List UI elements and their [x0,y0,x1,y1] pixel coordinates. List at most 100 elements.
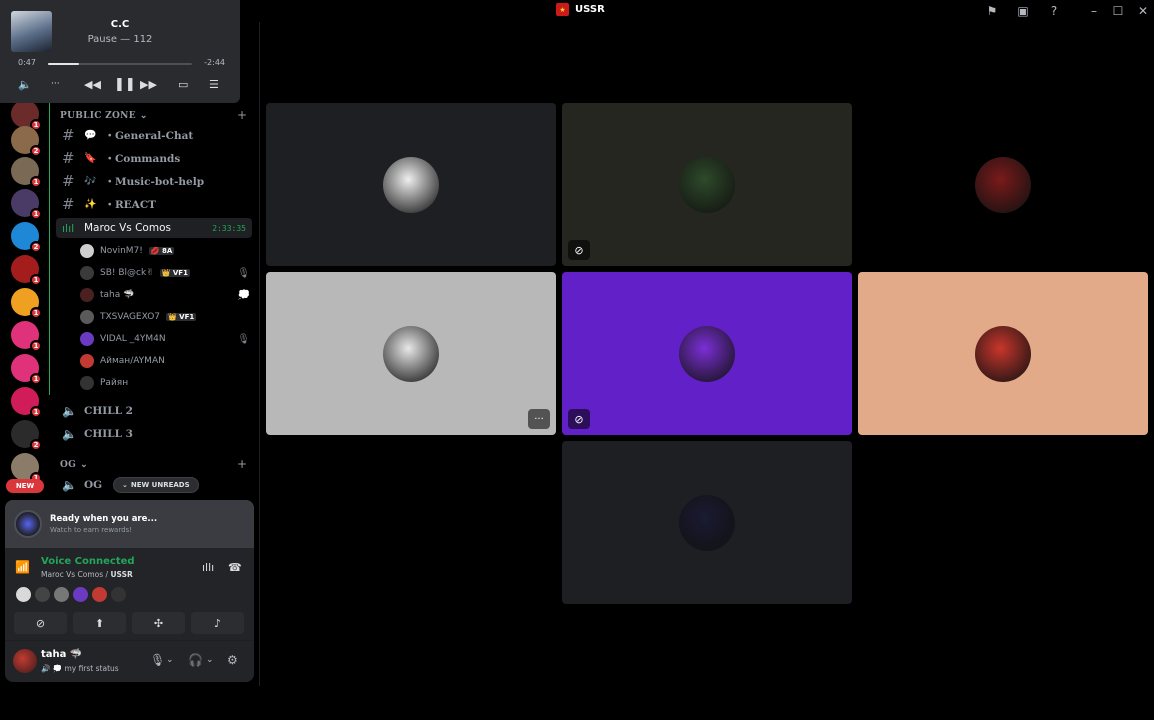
status-icon: 🎙 [237,333,250,345]
add-channel-icon[interactable]: + [237,457,247,471]
orb-icon [14,510,42,538]
participant-tile[interactable] [858,272,1148,435]
voice-user[interactable]: Айман/AYMAN [80,352,250,370]
voice-server-name: USSR [110,570,133,579]
participant-tile[interactable] [858,103,1148,266]
voice-channel-og[interactable]: 🔈 OG [56,475,106,495]
pause-icon[interactable]: ❚❚ [114,76,136,92]
microphone-icon[interactable]: 🎙 [150,653,165,667]
gear-icon[interactable]: ⚙ [227,653,238,667]
voice-user[interactable]: SB! Bl@ck✌ 👑 VF1 🎙 [80,264,250,282]
server-icon[interactable]: 2 [11,222,42,253]
channel-label: ・REACT [104,198,156,211]
previous-icon[interactable]: ◀◀ [84,76,101,92]
rewards-promo[interactable]: Ready when you are... Watch to earn rewa… [5,500,254,548]
voice-channel-chill-3[interactable]: 🔈 CHILL 3 [56,424,252,444]
activities-button[interactable]: ✣ [132,612,185,634]
category-label: OG [60,460,77,470]
channel-emoji: 💬 [84,129,97,141]
server-icon[interactable]: 1 [11,387,42,418]
chevron-down-icon[interactable]: ⌄ [206,655,214,665]
inbox-icon[interactable]: ▣ [1015,3,1031,19]
hash-icon: # [62,149,75,167]
maximize-icon[interactable]: ☐ [1110,3,1126,19]
avatar [80,266,94,280]
voice-connected-label[interactable]: Voice Connected [41,556,135,567]
user-name: taha 🦈 [41,649,83,660]
voice-user[interactable]: TXSVAGEXO7 👑 VF1 [80,308,250,326]
server-icon[interactable]: 1 [11,288,42,319]
category-label: PUBLIC ZONE [60,111,136,121]
queue-icon[interactable]: ☰ [209,76,219,92]
text-channel[interactable]: # 🔖 ・Commands [56,148,252,168]
promo-title: Ready when you are... [50,514,158,524]
avatar[interactable] [35,587,50,602]
divider [5,640,254,641]
participant-tile[interactable]: ⊘ [562,272,852,435]
minimize-icon[interactable]: – [1086,3,1102,19]
noise-suppression-icon[interactable]: ıllı [202,561,214,574]
user-tag: 👑 VF1 [166,313,197,321]
chevron-down-icon[interactable]: ⌄ [166,655,174,665]
participant-tile[interactable] [562,441,852,604]
category-public-zone[interactable]: PUBLIC ZONE ⌄ [60,111,148,121]
voice-channel-label: CHILL 3 [84,428,133,440]
server-flag-icon: ★ [556,3,569,16]
avatar[interactable] [111,587,126,602]
text-channel[interactable]: # 🎶 ・Music-bot-help [56,171,252,191]
voice-user[interactable]: NovinM7! 💋 8A [80,242,250,260]
server-icon[interactable]: 1 [11,321,42,352]
server-icon[interactable]: 1 [11,100,42,131]
track-subtitle: Pause — 112 [87,34,153,45]
close-icon[interactable]: ✕ [1135,3,1151,19]
camera-off-button[interactable]: ⊘ [14,612,67,634]
server-icon[interactable]: 1 [11,157,42,188]
avatar[interactable] [13,649,37,673]
window-title: ★ USSR [556,3,605,16]
new-unreads-button[interactable]: ⌄ NEW UNREADS [113,477,199,493]
participant-tile[interactable] [266,103,556,266]
add-channel-icon[interactable]: + [237,108,247,122]
avatar[interactable] [73,587,88,602]
progress-bar[interactable] [48,63,192,65]
voice-user[interactable]: VIDAL _4YM4N 🎙 [80,330,250,348]
voice-user[interactable]: taha 🦈 💭 [80,286,250,304]
voice-channel-label: CHILL 2 [84,405,133,417]
new-pill[interactable]: NEW [6,479,44,493]
screen-share-button[interactable]: ⬆ [73,612,126,634]
speaker-icon: 🔈 [62,404,77,418]
voice-user-name: SB! Bl@ck✌ [100,268,154,278]
voice-connected-channel[interactable]: Maroc Vs Comos / USSR [41,570,133,579]
server-icon[interactable]: 2 [11,420,42,451]
avatar[interactable] [54,587,69,602]
voice-channel-maroc-vs-comos[interactable]: ılıl Maroc Vs Comos 2:33:35 [56,218,252,238]
category-og[interactable]: OG ⌄ [60,460,88,470]
more-icon[interactable]: ··· [51,76,60,92]
time-current: 0:47 [18,58,36,67]
inbox-flag-icon[interactable]: ⚑ [984,3,1000,19]
voice-user[interactable]: Райян [80,374,250,392]
avatar[interactable] [92,587,107,602]
text-channel[interactable]: # 💬 ・General-Chat [56,125,252,145]
voice-channel-chill-2[interactable]: 🔈 CHILL 2 [56,401,252,421]
server-icon[interactable]: 1 [11,354,42,385]
server-icon[interactable]: 1 [11,189,42,220]
text-channel[interactable]: # ✨ ・REACT [56,194,252,214]
user-status-text: 💭 my first status [52,664,119,673]
avatar [80,288,94,302]
avatar[interactable] [16,587,31,602]
participant-tile[interactable]: ⊘ [562,103,852,266]
headphones-icon[interactable]: 🎧 [188,653,203,667]
more-icon[interactable]: ··· [528,409,550,429]
disconnect-icon[interactable]: ☎ [228,561,242,574]
volume-icon[interactable]: 🔈 [18,76,32,92]
soundboard-button[interactable]: ♪ [191,612,244,634]
help-icon[interactable]: ? [1046,3,1062,19]
next-icon[interactable]: ▶▶ [140,76,157,92]
server-icon[interactable]: 2 [11,126,42,157]
lyrics-icon[interactable]: ▭ [178,76,188,92]
server-icon[interactable]: 1 [11,453,42,484]
participant-tile[interactable]: ··· [266,272,556,435]
server-icon[interactable]: 1 [11,255,42,286]
channel-emoji: ✨ [84,198,97,210]
